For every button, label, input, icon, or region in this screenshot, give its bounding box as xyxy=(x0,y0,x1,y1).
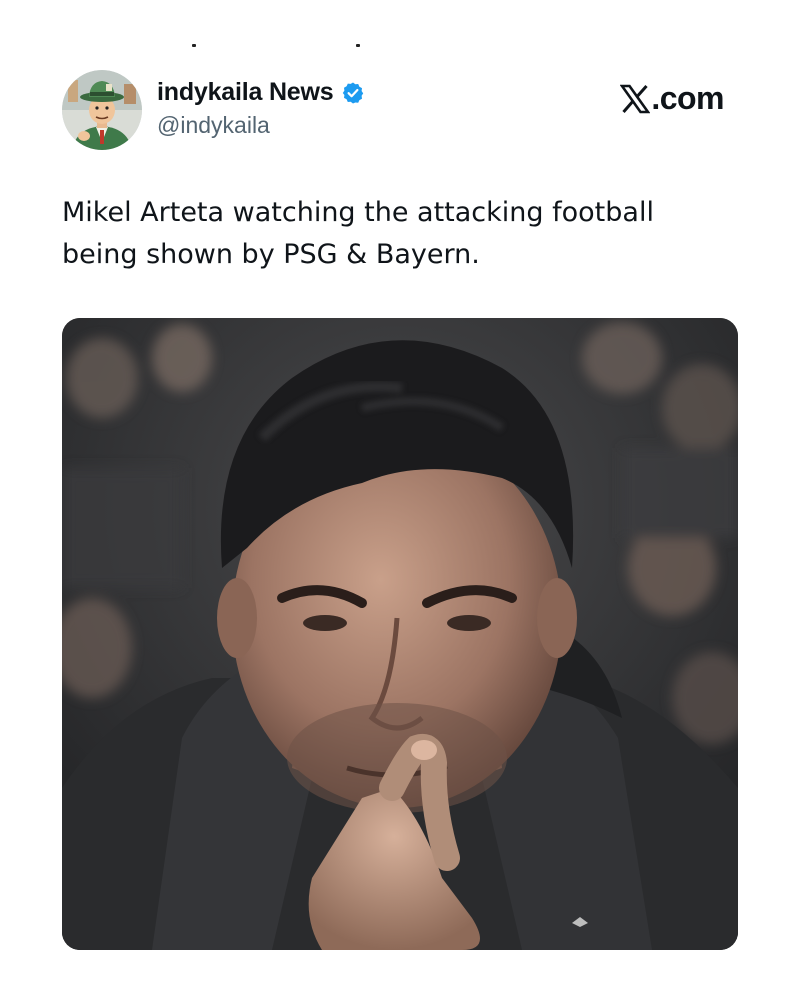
photo-man-finger-to-lips xyxy=(62,318,738,950)
user-handle[interactable]: @indykaila xyxy=(157,112,270,139)
x-logo-icon xyxy=(620,84,651,113)
status-bar-remnant xyxy=(0,44,800,50)
tweet-card: indykaila News @indykaila .com Mikel Art… xyxy=(0,0,800,1000)
status-mark xyxy=(356,44,360,47)
verified-badge-icon xyxy=(343,82,364,103)
brand-text: .com xyxy=(651,80,724,116)
cartoon-avatar-icon xyxy=(62,70,142,150)
status-mark xyxy=(192,44,196,47)
tweet-text: Mikel Arteta watching the attacking foot… xyxy=(62,197,654,270)
name-row: indykaila News xyxy=(157,78,365,107)
display-name[interactable]: indykaila News xyxy=(157,78,334,107)
tweet-media-image[interactable] xyxy=(62,318,738,950)
brand-logo: .com xyxy=(620,80,724,117)
avatar[interactable] xyxy=(62,70,142,150)
